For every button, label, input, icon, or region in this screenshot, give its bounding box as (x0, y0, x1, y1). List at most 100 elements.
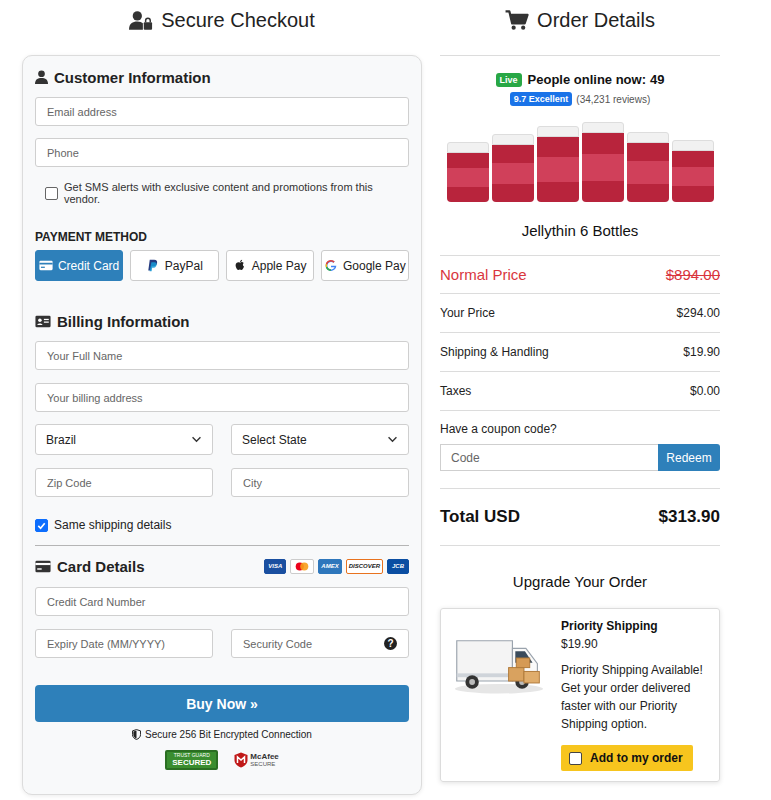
payment-method-button[interactable]: Apple Pay (226, 250, 314, 281)
secure-note: Secure 256 Bit Encrypted Connection (35, 729, 409, 740)
sms-checkbox-row[interactable]: Get SMS alerts with exclusive content an… (35, 181, 409, 205)
upgrade-title: Upgrade Your Order (440, 573, 720, 593)
mcafee-shield-icon (234, 752, 248, 768)
google-icon (324, 259, 338, 272)
jar-lid (582, 122, 624, 133)
price-label: Your Price (440, 306, 495, 320)
help-badge[interactable]: ? (384, 637, 397, 650)
billing-title-text: Billing Information (57, 313, 190, 330)
jar-lid (492, 134, 534, 145)
checkout-title-text: Secure Checkout (161, 9, 314, 32)
mcafee-badge: McAfeeSECURE (234, 752, 278, 768)
price-label: Taxes (440, 384, 471, 398)
live-visitors: LivePeople online now:49 (440, 72, 720, 87)
divider (440, 55, 720, 56)
security-code-field[interactable]: Security Code? (231, 629, 409, 658)
billing-title: Billing Information (35, 311, 409, 331)
card-number-field[interactable]: Credit Card Number (35, 587, 409, 616)
normal-price-value: $894.00 (666, 266, 720, 283)
trust-badges: TRUST GUARDSECUREDMcAfeeSECURE (35, 750, 409, 770)
add-to-order-label: Add to my order (590, 751, 683, 765)
mcafee-label: McAfee (250, 753, 278, 761)
expiry-field[interactable]: Expiry Date (MM/YYYY) (35, 629, 213, 658)
jar-body (447, 153, 489, 202)
price-row: Taxes$0.00 (440, 372, 720, 411)
trustguard-sub: TRUST GUARD (174, 753, 210, 758)
normal-price-row: Normal Price$894.00 (440, 256, 720, 294)
payment-method-button[interactable]: Google Pay (321, 250, 409, 281)
add-to-order-button[interactable]: Add to my order (561, 745, 693, 771)
country-select[interactable]: Brazil (35, 424, 213, 455)
mastercard-logo (290, 559, 314, 574)
add-to-order-checkbox[interactable] (569, 752, 582, 765)
rating-row: 9.7 Excellent(34,231 reviews) (440, 92, 720, 106)
order-title: Order Details (440, 0, 720, 40)
card-details-header: Card DetailsVISAAMEXDISCOVERJCB (35, 556, 409, 576)
customer-title: Customer Information (35, 67, 409, 87)
shopping-cart-icon (505, 10, 529, 31)
mcafee-text: McAfeeSECURE (250, 753, 278, 767)
payment-method-label: PayPal (165, 259, 203, 273)
chevron-down-icon (387, 436, 398, 443)
mastercard-circles-icon (293, 561, 311, 572)
divider (440, 488, 720, 489)
jar-body (537, 137, 579, 202)
total-value: $313.90 (659, 507, 720, 527)
upsell-card: Priority Shipping$19.90Priority Shipping… (440, 608, 720, 782)
upsell-description: Priority Shipping Available! Get your or… (561, 661, 711, 733)
payment-method-button[interactable]: PayPal (130, 250, 218, 281)
jar-label-band (537, 157, 579, 182)
jar-body (672, 151, 714, 202)
same-shipping-row[interactable]: Same shipping details (35, 517, 409, 533)
field-placeholder: Zip Code (47, 477, 92, 489)
payment-method-label: Credit Card (58, 259, 119, 273)
price-value: $19.90 (683, 345, 720, 359)
mcafee-sub: SECURE (250, 761, 278, 767)
field-placeholder: Security Code (243, 638, 312, 650)
rating-badge: 9.7 Excellent (510, 92, 573, 106)
coupon-field[interactable]: Code (440, 444, 658, 471)
state-value: Select State (242, 433, 307, 447)
jar-lid (672, 140, 714, 151)
buy-now-button[interactable]: Buy Now » (35, 685, 409, 722)
text-field[interactable]: Email address (35, 97, 409, 126)
check-icon (36, 520, 47, 531)
city-field[interactable]: City (231, 468, 409, 497)
payment-method-label: Google Pay (343, 259, 406, 273)
user-lock-icon (129, 10, 153, 31)
payment-method-button[interactable]: Credit Card (35, 250, 123, 281)
user-icon (35, 70, 48, 84)
redeem-button[interactable]: Redeem (658, 444, 720, 471)
state-select[interactable]: Select State (231, 424, 409, 455)
zip-city-row: Zip Code City (35, 468, 409, 497)
jar-lid (447, 142, 489, 153)
checkout-title: Secure Checkout (22, 0, 422, 40)
text-field[interactable]: Phone (35, 138, 409, 167)
payment-methods: Credit Card PayPal Apple Pay Google Pay (35, 250, 409, 281)
credit-card-icon (35, 560, 51, 573)
text-field[interactable]: Your billing address (35, 383, 409, 412)
upsell-title: Priority Shipping (561, 619, 711, 633)
total-row: Total USD$313.90 (440, 489, 720, 545)
zip-field[interactable]: Zip Code (35, 468, 213, 497)
text-field[interactable]: Your Full Name (35, 341, 409, 370)
product-jar (447, 142, 489, 202)
product-image (440, 120, 720, 202)
field-placeholder: Code (451, 451, 480, 465)
live-label: People online now: (528, 72, 646, 87)
jar-body (627, 143, 669, 202)
payment-method-label: Apple Pay (252, 259, 307, 273)
order-title-text: Order Details (537, 9, 655, 32)
paypal-icon (146, 259, 160, 272)
card-brand-logo: VISA (264, 559, 286, 574)
divider (440, 545, 720, 546)
product-jar (492, 134, 534, 202)
checkout-page: Secure Checkout Customer Information Email… (0, 0, 771, 800)
same-shipping-checkbox[interactable] (35, 519, 48, 532)
jar-label-band (627, 161, 669, 183)
field-placeholder: City (243, 477, 262, 489)
jar-label-band (447, 168, 489, 187)
sms-checkbox[interactable] (45, 187, 58, 200)
price-label: Shipping & Handling (440, 345, 549, 359)
jar-label-band (582, 154, 624, 180)
